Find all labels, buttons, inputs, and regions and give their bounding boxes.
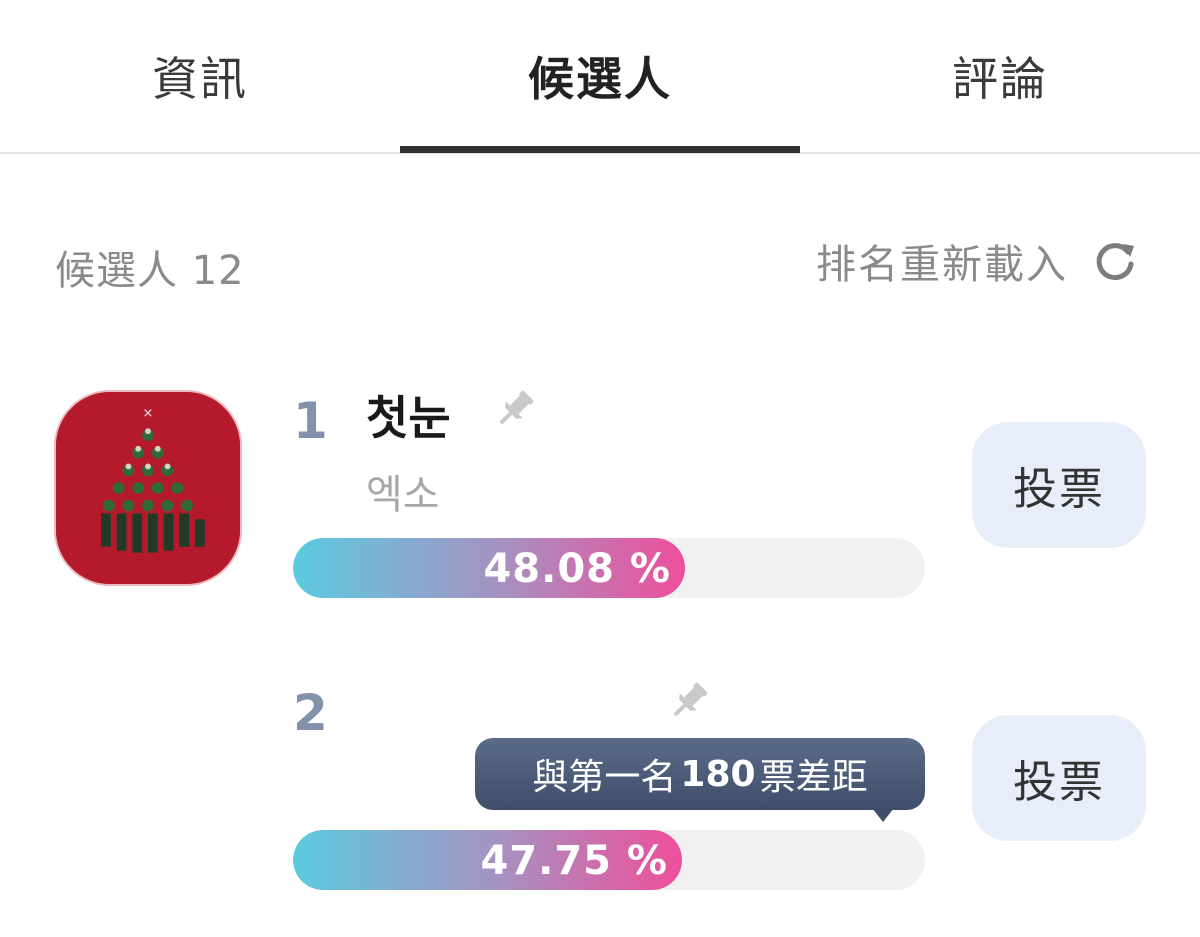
rank-number: 1 bbox=[293, 392, 328, 450]
vote-share-fill: 48.08 % bbox=[293, 538, 685, 598]
vote-button[interactable]: 投票 bbox=[972, 422, 1146, 548]
tab-info[interactable]: 資訊 bbox=[0, 0, 400, 152]
vote-share-fill: 47.75 % bbox=[293, 830, 682, 890]
refresh-icon[interactable] bbox=[1090, 236, 1140, 286]
song-title: 첫눈 bbox=[366, 391, 451, 445]
vote-gap-prefix: 與第一名 bbox=[532, 757, 677, 798]
vote-share-percent: 47.75 % bbox=[480, 838, 668, 884]
pin-icon[interactable] bbox=[664, 676, 714, 726]
rank-number: 2 bbox=[293, 684, 328, 742]
pin-icon[interactable] bbox=[490, 384, 540, 434]
tab-bar: 資訊 候選人 評論 bbox=[0, 0, 1200, 154]
artist-name: 엑소 bbox=[366, 472, 440, 518]
tooltip-arrow bbox=[872, 808, 894, 822]
reload-ranking-label: 排名重新載入 bbox=[816, 242, 1068, 288]
vote-gap-number: 180 bbox=[680, 753, 756, 795]
tab-comments[interactable]: 評論 bbox=[800, 0, 1200, 152]
candidate-count: 候選人 12 bbox=[55, 248, 245, 294]
tab-candidates[interactable]: 候選人 bbox=[400, 0, 800, 152]
active-tab-indicator bbox=[400, 146, 800, 153]
vote-button[interactable]: 投票 bbox=[972, 715, 1146, 841]
vote-gap-tooltip: 與第一名 180 票差距 bbox=[475, 738, 925, 810]
vote-gap-suffix: 票差距 bbox=[759, 757, 868, 798]
svg-text:✕: ✕ bbox=[143, 406, 154, 421]
vote-share-bar: 48.08 % bbox=[293, 538, 925, 598]
vote-share-percent: 48.08 % bbox=[483, 546, 671, 592]
album-cover: ✕ bbox=[54, 390, 242, 586]
vote-share-bar: 47.75 % bbox=[293, 830, 925, 890]
reload-ranking-button[interactable]: 排名重新載入 bbox=[816, 232, 1140, 290]
